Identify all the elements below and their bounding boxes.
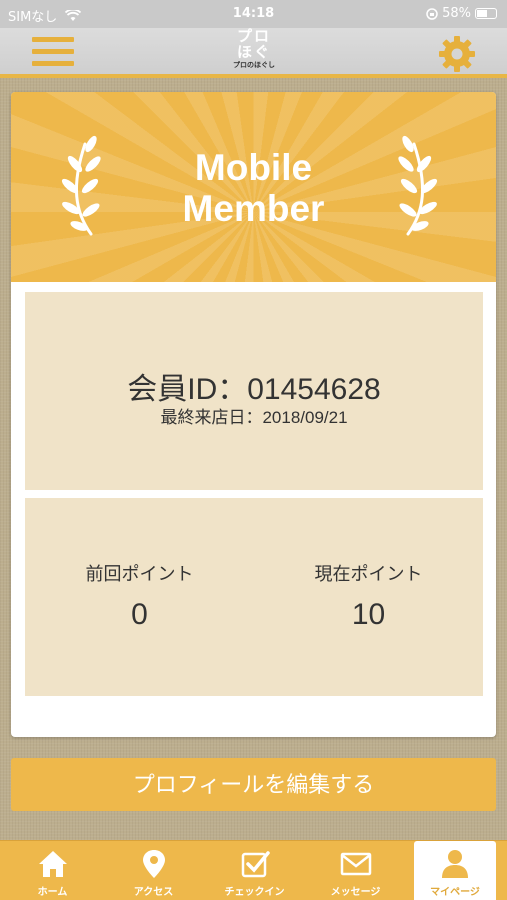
- battery-icon: [475, 8, 497, 19]
- edit-profile-button[interactable]: プロフィールを編集する: [11, 758, 496, 811]
- member-id: 会員ID：01454628: [127, 373, 381, 406]
- status-bar: SIMなし 14:18 58%: [0, 0, 507, 28]
- home-icon: [38, 851, 67, 877]
- last-visit-date: 最終来店日：2018/09/21: [160, 408, 348, 427]
- tab-access[interactable]: アクセス: [103, 841, 204, 900]
- banner-title: Mobile Member: [11, 147, 496, 229]
- tab-home[interactable]: ホーム: [2, 841, 103, 900]
- tab-access-label: アクセス: [133, 887, 174, 898]
- person-icon: [442, 850, 468, 878]
- tab-home-label: ホーム: [37, 887, 68, 898]
- app-logo: プロ ほぐ プロのほぐし: [226, 28, 282, 78]
- tab-mypage-label: マイページ: [430, 887, 480, 898]
- current-points: 現在ポイント 10: [254, 560, 483, 632]
- logo-line-1: プロ: [236, 27, 271, 45]
- member-id-panel: 会員ID：01454628 最終来店日：2018/09/21: [25, 292, 483, 490]
- map-pin-icon: [142, 850, 165, 878]
- banner-title-line-1: Mobile: [194, 147, 313, 188]
- previous-points-value: 0: [131, 598, 148, 631]
- current-points-value: 10: [351, 598, 386, 631]
- points-panel: 前回ポイント 0 現在ポイント 10: [25, 498, 483, 696]
- previous-points: 前回ポイント 0: [25, 560, 254, 632]
- tab-checkin[interactable]: チェックイン: [204, 841, 305, 900]
- gear-icon[interactable]: [437, 34, 477, 74]
- envelope-icon: [340, 852, 371, 876]
- tab-message-label: メッセージ: [330, 887, 381, 898]
- battery-status: 58%: [426, 6, 497, 21]
- member-card: Mobile Member 会員ID：01454628 最終来店日：2018/0…: [11, 92, 496, 737]
- checkbox-icon: [241, 851, 270, 878]
- battery-percent: 58%: [442, 6, 471, 21]
- logo-line-2: ほぐ: [236, 43, 271, 61]
- tab-checkin-label: チェックイン: [224, 887, 285, 898]
- current-points-label: 現在ポイント: [314, 564, 423, 584]
- tab-mypage[interactable]: マイページ: [414, 841, 496, 900]
- previous-points-label: 前回ポイント: [85, 564, 194, 584]
- logo-subtitle: プロのほぐし: [233, 61, 275, 69]
- member-banner: Mobile Member: [11, 92, 496, 282]
- tab-bar: ホーム アクセス チェックイン メッセージ マイページ: [0, 840, 507, 900]
- app-header: プロ ほぐ プロのほぐし: [0, 28, 507, 78]
- hamburger-icon[interactable]: [32, 37, 74, 69]
- tab-message[interactable]: メッセージ: [305, 841, 406, 900]
- banner-title-line-2: Member: [182, 188, 325, 229]
- orientation-lock-icon: [426, 7, 438, 20]
